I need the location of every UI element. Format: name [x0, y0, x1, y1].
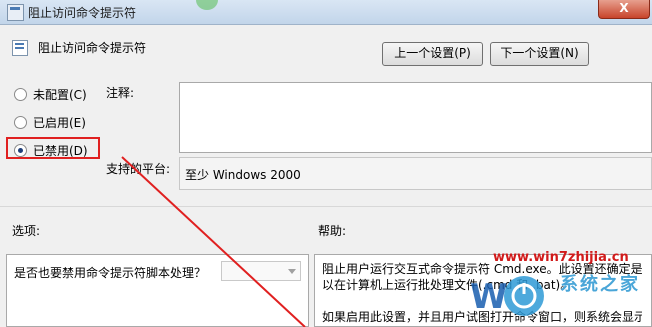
watermark-brand: 系统之家 — [560, 274, 640, 295]
svg-text:W: W — [470, 277, 508, 317]
watermark-logo-icon: W — [470, 276, 544, 317]
watermark-url: www.win7zhijia.cn — [493, 250, 629, 265]
